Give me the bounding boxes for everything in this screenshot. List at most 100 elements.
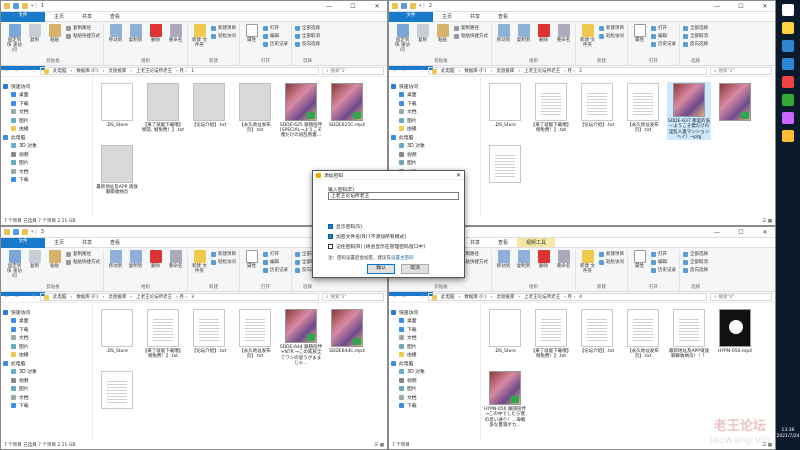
- view-toggle-icon[interactable]: ☰ ▦: [762, 219, 772, 224]
- invert-selection-button[interactable]: 反向选择: [683, 267, 708, 273]
- select-all-button[interactable]: 全部选择: [683, 25, 708, 31]
- nav-item-chuanbo[interactable]: 由播: [391, 125, 478, 134]
- copy-button[interactable]: 复制: [414, 24, 431, 58]
- minimize-icon[interactable]: —: [322, 3, 336, 10]
- nav-item-pictures[interactable]: 图片: [3, 116, 90, 125]
- breadcrumb-folder[interactable]: 1: [191, 69, 194, 74]
- properties-button[interactable]: 属性: [243, 24, 260, 58]
- folder-icon[interactable]: [22, 3, 28, 9]
- save-icon[interactable]: [13, 3, 19, 9]
- nav-item-pictures[interactable]: 图片: [3, 342, 90, 351]
- view-toggle-icon[interactable]: ☰ ▦: [374, 443, 384, 448]
- file-item[interactable]: 【论坛介绍】.txt: [575, 82, 619, 140]
- invert-selection-button[interactable]: 反向选择: [295, 41, 320, 47]
- copy-button[interactable]: 复制: [26, 24, 43, 58]
- delete-button[interactable]: 删除: [535, 250, 552, 284]
- new-item-button[interactable]: 新建项目: [211, 251, 236, 257]
- paste-button[interactable]: 粘贴: [46, 24, 63, 58]
- address-bar[interactable]: 此电脑 › 数据库 (F:) › 灵盘援库 › 上老王论坛所老王 › 月 › 3: [40, 293, 319, 301]
- forward-icon[interactable]: →: [401, 294, 407, 300]
- chevron-down-icon[interactable]: ˅: [410, 68, 416, 74]
- close-icon[interactable]: ✕: [758, 3, 772, 10]
- new-folder-button[interactable]: 新建 文件夹: [579, 250, 596, 284]
- address-bar[interactable]: 此电脑 › 数据库 (F:) › 灵盘援库 › 上老王论坛所老王 › 月 › 2: [428, 67, 707, 75]
- tab-view[interactable]: 查看: [101, 238, 129, 247]
- forward-icon[interactable]: →: [13, 68, 19, 74]
- file-item[interactable]: [483, 144, 527, 202]
- rename-button[interactable]: 重命名: [167, 24, 184, 58]
- easy-access-button[interactable]: 轻松访问: [599, 259, 624, 265]
- up-icon[interactable]: ↑: [419, 68, 425, 74]
- file-item[interactable]: 【论坛介绍】.txt: [575, 308, 619, 366]
- paste-shortcut-button[interactable]: 粘贴快捷方式: [454, 33, 488, 39]
- breadcrumb-forum[interactable]: 上老王论坛所老王: [136, 68, 172, 74]
- edit-button[interactable]: 编辑: [651, 259, 676, 265]
- breadcrumb-library[interactable]: 灵盘援库: [108, 294, 126, 300]
- nav-item-documents[interactable]: 文档: [391, 334, 478, 343]
- tab-view[interactable]: 查看: [101, 12, 129, 21]
- nav-item-pictures[interactable]: 图片: [391, 342, 478, 351]
- nav-item-documents2[interactable]: 文档: [3, 167, 90, 176]
- file-item[interactable]: 【来了就能下载哦】纲免费！】.txt: [529, 82, 573, 140]
- file-item[interactable]: SDDE625C.mp4: [325, 82, 369, 140]
- remember-password-checkbox[interactable]: 记住密码(R) (将会显示在管理密码窗口中): [328, 243, 425, 250]
- nav-item-desktop[interactable]: 桌面: [3, 317, 90, 326]
- easy-access-button[interactable]: 轻松访问: [211, 259, 236, 265]
- history-button[interactable]: 历史记录: [651, 267, 676, 273]
- search-box[interactable]: ⌕ 搜索"1": [322, 67, 384, 75]
- nav-item-chuanbo[interactable]: 由播: [391, 351, 478, 360]
- cancel-button[interactable]: 取消: [401, 264, 429, 274]
- pin-button[interactable]: 固定到快 速访问: [394, 24, 411, 58]
- nav-item-this_pc[interactable]: 此电脑: [3, 359, 90, 368]
- paste-button[interactable]: 粘贴: [46, 250, 63, 284]
- folder-icon[interactable]: [410, 3, 416, 9]
- breadcrumb-forum[interactable]: 上老王论坛所老王: [136, 294, 172, 300]
- back-icon[interactable]: ←: [4, 68, 10, 74]
- open-button[interactable]: 打开: [651, 25, 676, 31]
- tab-share[interactable]: 共享: [461, 238, 489, 247]
- search-box[interactable]: ⌕ 搜索"2": [710, 67, 772, 75]
- new-folder-button[interactable]: 新建 文件夹: [191, 250, 208, 284]
- breadcrumb-forum[interactable]: 上老王论坛所老王: [524, 68, 560, 74]
- tab-video-tools[interactable]: 视频工具: [517, 238, 556, 247]
- breadcrumb-library[interactable]: 灵盘援库: [496, 68, 514, 74]
- nav-item-objects3d[interactable]: 3D 对象: [391, 368, 478, 377]
- breadcrumb-this-pc[interactable]: 此电脑: [53, 68, 67, 74]
- file-item[interactable]: 【来了就能下载哦】纲常, 纲免费！】.txt: [141, 82, 185, 140]
- nav-item-downloads[interactable]: 下载: [3, 99, 90, 108]
- breadcrumb-this-pc[interactable]: 此电脑: [53, 294, 67, 300]
- nav-item-documents[interactable]: 文档: [3, 334, 90, 343]
- app-icon[interactable]: [782, 40, 794, 52]
- file-item[interactable]: 【来了就能下载哦】纲免费！】.txt: [141, 308, 185, 366]
- move-to-button[interactable]: 移动到: [107, 250, 124, 284]
- select-none-button[interactable]: 全部取消: [683, 259, 708, 265]
- app-icon[interactable]: [782, 94, 794, 106]
- properties-button[interactable]: 属性: [631, 24, 648, 58]
- nav-item-documents[interactable]: 文档: [3, 108, 90, 117]
- maximize-icon[interactable]: ☐: [346, 3, 360, 10]
- properties-button[interactable]: 属性: [631, 250, 648, 284]
- breadcrumb-folder[interactable]: 2: [579, 69, 582, 74]
- edit-button[interactable]: 编辑: [651, 33, 676, 39]
- tab-home[interactable]: 主页: [45, 12, 73, 21]
- pin-button[interactable]: 固定到快 速访问: [6, 250, 23, 284]
- close-icon[interactable]: ✕: [370, 3, 384, 10]
- delete-button[interactable]: 删除: [535, 24, 552, 58]
- open-button[interactable]: 打开: [651, 251, 676, 257]
- nav-item-this_pc[interactable]: 此电脑: [391, 359, 478, 368]
- save-icon[interactable]: [401, 3, 407, 9]
- nav-item-quick_access[interactable]: 快速访问: [3, 82, 90, 91]
- tab-view[interactable]: 查看: [489, 238, 517, 247]
- minimize-icon[interactable]: —: [710, 229, 724, 236]
- new-folder-button[interactable]: 新建 文件夹: [579, 24, 596, 58]
- rename-button[interactable]: 重命名: [555, 250, 572, 284]
- show-password-checkbox[interactable]: ✓ 显示密码(S): [328, 223, 362, 230]
- nav-item-this_pc[interactable]: 此电脑: [391, 133, 478, 142]
- tab-home[interactable]: 主页: [433, 12, 461, 21]
- move-to-button[interactable]: 移动到: [495, 24, 512, 58]
- breadcrumb-this-pc[interactable]: 此电脑: [441, 68, 455, 74]
- file-item[interactable]: .DS_Store: [483, 82, 527, 140]
- search-box[interactable]: ⌕ 搜索"3": [322, 293, 384, 301]
- copy-path-button[interactable]: 复制路径: [66, 251, 100, 257]
- breadcrumb-drive[interactable]: 数据库 (F:): [76, 294, 98, 300]
